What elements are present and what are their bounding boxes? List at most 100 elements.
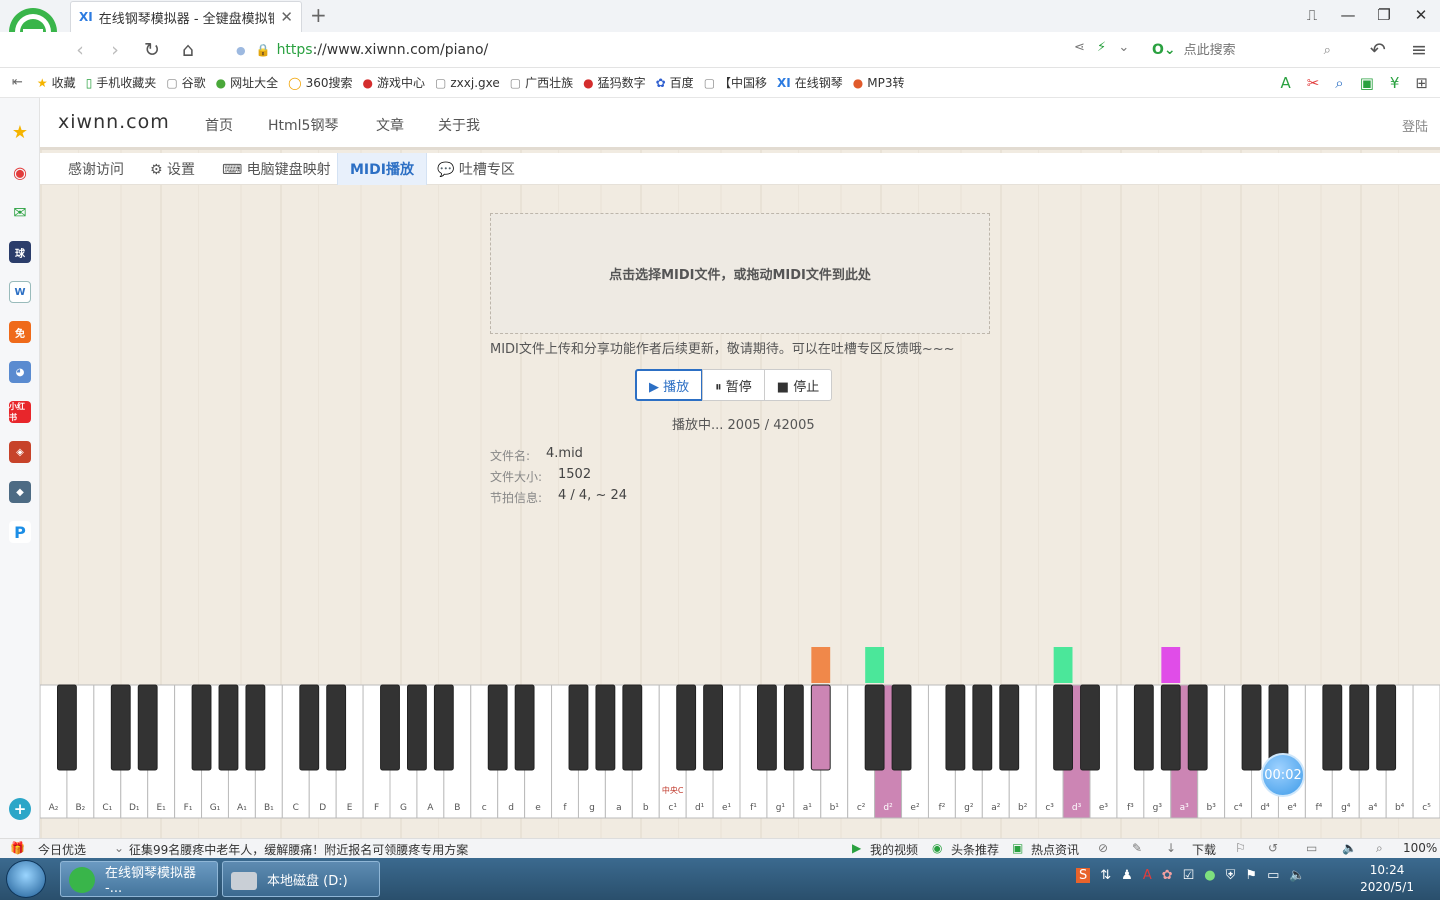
site-logo[interactable]: xiwnn.com (58, 111, 170, 133)
piano-black-key[interactable] (891, 684, 912, 771)
shield-icon[interactable]: ⛨ (1226, 868, 1236, 883)
bookmark-item[interactable]: ◯ 360搜索 (288, 74, 352, 91)
piano-black-key[interactable] (757, 684, 777, 771)
undo-icon[interactable]: ↶ (1366, 39, 1390, 61)
login-link[interactable]: 登陆 (1402, 116, 1428, 135)
translate-icon[interactable]: A (1280, 74, 1290, 92)
piano-black-key[interactable] (137, 684, 158, 771)
browser-tray-icon[interactable]: ● (1204, 868, 1215, 883)
piano-white-key[interactable] (1412, 684, 1440, 819)
piano-black-key[interactable] (622, 684, 643, 771)
piano-black-key[interactable] (1187, 684, 1208, 771)
piano-black-key[interactable] (1376, 684, 1397, 771)
piano-black-key[interactable] (676, 684, 697, 771)
search-input[interactable] (1183, 42, 1324, 58)
piano-black-key[interactable] (810, 684, 831, 771)
bookmark-item[interactable]: ▢ 谷歌 (166, 74, 205, 91)
volume-icon[interactable]: 🔈 (1289, 868, 1305, 883)
apps-icon[interactable]: ⊞ (1415, 74, 1428, 92)
coupon-icon[interactable]: ¥ (1390, 74, 1400, 92)
scissors-icon[interactable]: ✂ (1307, 74, 1320, 92)
my-video-link[interactable]: 我的视频 (870, 841, 918, 858)
search-icon[interactable]: ⌕ (1324, 43, 1331, 58)
close-window-icon[interactable]: ✕ (1411, 6, 1431, 24)
download-link[interactable]: 下载 (1192, 841, 1216, 858)
add-icon[interactable]: + (9, 798, 31, 820)
novel-icon[interactable]: 免 (9, 321, 31, 343)
piano-black-key[interactable] (703, 684, 724, 771)
bookmark-item[interactable]: ▢ 【中国移 (704, 74, 767, 91)
piano-black-key[interactable] (110, 684, 131, 771)
piano-black-key[interactable] (245, 684, 266, 771)
nav-articles[interactable]: 文章 (376, 115, 404, 135)
piano-black-key[interactable] (191, 684, 212, 771)
sound-icon[interactable]: 🔈 (1342, 841, 1357, 855)
search-engine-icon[interactable]: O⌄ (1152, 42, 1176, 58)
flag-icon[interactable]: ⚐ (1235, 841, 1246, 855)
piano-black-key[interactable] (595, 684, 616, 771)
menu-icon[interactable]: ≡ (1407, 39, 1431, 61)
acrobat-icon[interactable]: A (1143, 868, 1152, 883)
pause-button[interactable]: ⏸ 暂停 (702, 369, 765, 401)
user-icon[interactable]: ♟ (1121, 868, 1133, 883)
bookmark-item[interactable]: XI 在线钢琴 (777, 74, 843, 91)
redbook-icon[interactable]: 小红书 (9, 401, 31, 423)
bookmark-item[interactable]: ● 游戏中心 (363, 74, 426, 91)
news-ticker[interactable]: 征集99名腰疼中老年人，缓解腰痛！附近报名可领腰疼专用方案 (129, 841, 468, 858)
stop-button[interactable]: ■ 停止 (763, 369, 833, 401)
flag-icon[interactable]: ⚑ (1245, 868, 1257, 883)
pin-icon[interactable]: ✎ (1132, 841, 1142, 855)
sogou-icon[interactable]: S (1076, 868, 1091, 883)
bookmark-item[interactable]: ▢ zxxj.gxe (435, 76, 500, 90)
mail-icon[interactable]: ✉ (9, 201, 31, 223)
magnifier-icon[interactable]: ⌕ (1335, 74, 1343, 92)
tab-close-icon[interactable]: ✕ (280, 8, 293, 26)
piano-black-key[interactable] (1241, 684, 1262, 771)
bookmark-item[interactable]: ★ 收藏 (37, 74, 76, 91)
window-icon[interactable]: ▭ (1306, 841, 1317, 855)
piano-black-key[interactable] (1080, 684, 1100, 771)
nav-home[interactable]: 首页 (205, 115, 233, 135)
taskbar-browser[interactable]: 在线钢琴模拟器 -... (60, 861, 218, 897)
sidebar-toggle-icon[interactable]: ⇤ (12, 75, 23, 90)
midi-file-dropzone[interactable]: 点击选择MIDI文件，或拖动MIDI文件到此处 (490, 213, 990, 334)
tab-feedback[interactable]: 💬 吐槽专区 (425, 153, 527, 185)
game-icon[interactable]: ◆ (9, 481, 31, 503)
nav-html5-piano[interactable]: Html5钢琴 (268, 115, 338, 135)
piano-black-key[interactable] (380, 684, 400, 771)
nav-about[interactable]: 关于我 (438, 115, 480, 135)
piano-black-key[interactable] (1160, 684, 1181, 771)
tab-keyboard-mapping[interactable]: ⌨ 电脑键盘映射 (210, 153, 343, 185)
game-icon[interactable]: ◈ (9, 441, 31, 463)
bookmark-item[interactable]: ● MP3转 (853, 74, 905, 91)
piano-black-key[interactable] (57, 684, 77, 771)
tab-thanks[interactable]: 感谢访问 (56, 153, 136, 185)
speed-icon[interactable]: ⚡ (1097, 40, 1106, 55)
piano-black-key[interactable] (1133, 684, 1154, 771)
skin-icon[interactable]: ⎍ (1302, 6, 1322, 24)
share-icon[interactable]: ⋖ (1074, 40, 1085, 55)
home-icon[interactable]: ⌂ (176, 39, 200, 61)
bookmark-item[interactable]: ● 网址大全 (216, 74, 279, 91)
piano-black-key[interactable] (299, 684, 320, 771)
search-box[interactable]: O⌄ ⌕ (1152, 38, 1347, 62)
doc-icon[interactable]: W (9, 281, 31, 303)
piano-black-key[interactable] (326, 684, 347, 771)
pay-icon[interactable]: P (9, 521, 31, 543)
browser-tab[interactable]: XI 在线钢琴模拟器 - 全键盘模拟钢琴 ✕ (70, 1, 302, 32)
game-icon[interactable]: ◕ (9, 361, 31, 383)
taskbar-disk[interactable]: 本地磁盘 (D:) (222, 861, 380, 897)
headline-link[interactable]: 头条推荐 (951, 841, 999, 858)
new-tab-icon[interactable]: + (310, 3, 327, 27)
check-icon[interactable]: ☑ (1183, 868, 1195, 883)
accelerate-icon[interactable]: ⊘ (1098, 841, 1108, 855)
sync-icon[interactable]: ↺ (1268, 841, 1278, 855)
today-picks[interactable]: 今日优选 (38, 841, 86, 858)
piano-black-key[interactable] (945, 684, 966, 771)
network-icon[interactable]: ⇅ (1100, 868, 1111, 883)
hot-news-link[interactable]: 热点资讯 (1031, 841, 1079, 858)
news-icon[interactable]: 球 (9, 241, 31, 263)
piano-black-key[interactable] (864, 684, 885, 771)
gamepad-icon[interactable]: ▣ (1360, 74, 1374, 92)
minimize-icon[interactable]: — (1338, 6, 1358, 24)
